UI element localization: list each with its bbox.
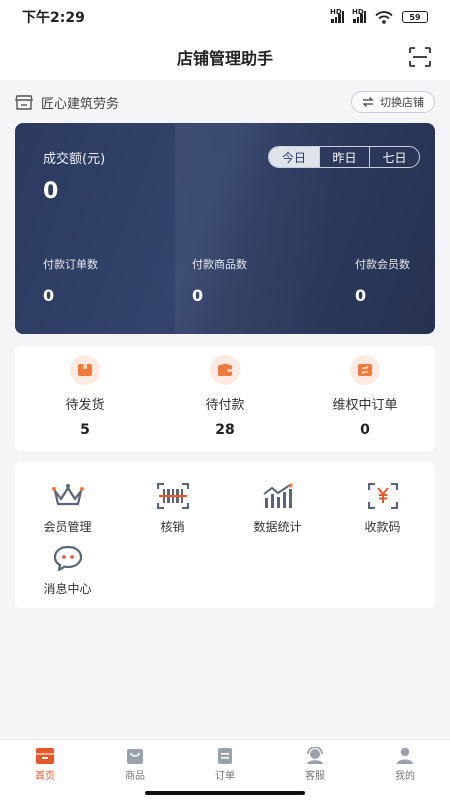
user-icon — [397, 747, 413, 764]
swap-icon — [362, 97, 374, 107]
switch-shop-label: 切换店铺 — [380, 96, 424, 109]
order-label: 待发货 — [65, 398, 105, 413]
order-pending-shipment[interactable]: 待发货 5 — [15, 346, 155, 451]
shop-name: 匠心建筑劳务 — [15, 93, 119, 112]
nav-bar: 店铺管理助手 — [0, 34, 450, 80]
status-time: 下午2:29 — [22, 10, 85, 26]
tab-label: 订单 — [215, 771, 235, 782]
metric-label: 付款商品数 — [192, 258, 247, 271]
tool-label: 会员管理 — [43, 520, 92, 534]
yuan-scan-icon — [366, 480, 400, 512]
tab-label: 首页 — [35, 771, 55, 782]
amount-value: 0 — [43, 179, 59, 204]
store-icon — [15, 94, 33, 110]
status-bar: 下午2:29 HD HD 59 — [0, 0, 450, 34]
metric-label: 付款会员数 — [355, 258, 410, 271]
wallet-icon — [210, 355, 240, 385]
battery-icon: 59 — [402, 11, 428, 23]
order-icon — [218, 748, 232, 764]
order-label: 维权中订单 — [332, 398, 398, 413]
refund-icon — [350, 355, 380, 385]
tab-label: 我的 — [395, 771, 415, 782]
tab-orders[interactable]: 订单 — [180, 740, 270, 789]
switch-shop-button[interactable]: 切换店铺 — [351, 91, 435, 113]
shop-name-label: 匠心建筑劳务 — [41, 96, 120, 112]
tab-today[interactable]: 今日 — [269, 147, 319, 167]
tool-payment-code[interactable]: 收款码 — [330, 480, 435, 535]
tab-label: 商品 — [125, 771, 145, 782]
tool-member-management[interactable]: 会员管理 — [15, 480, 120, 535]
metric-value: 0 — [355, 286, 367, 305]
order-count: 28 — [215, 422, 235, 438]
tab-mine[interactable]: 我的 — [360, 740, 450, 789]
shop-row: 匠心建筑劳务 切换店铺 — [15, 88, 435, 116]
crown-icon — [51, 480, 85, 512]
order-count: 0 — [360, 422, 370, 438]
signal-icon: HD — [330, 8, 344, 23]
home-icon — [36, 748, 54, 764]
metric-value: 0 — [192, 286, 204, 305]
wifi-icon — [375, 10, 393, 24]
order-count: 5 — [80, 422, 90, 438]
message-icon — [51, 542, 85, 574]
metric-label: 付款订单数 — [43, 258, 98, 271]
tab-yesterday[interactable]: 昨日 — [319, 147, 369, 167]
tool-message-center[interactable]: 消息中心 — [15, 542, 120, 597]
metric-paid-members: 付款会员数 0 — [355, 256, 410, 305]
tool-label: 核销 — [160, 520, 185, 534]
bottom-tab-bar: 首页 商品 订单 客服 我的 — [0, 739, 450, 789]
tool-label: 收款码 — [364, 520, 401, 534]
tab-service[interactable]: 客服 — [270, 740, 360, 789]
sales-stats-card: 成交额(元) 0 今日 昨日 七日 付款订单数 0 付款商品数 0 付款会员数 … — [15, 123, 435, 334]
page-title: 店铺管理助手 — [176, 49, 273, 68]
chart-icon — [261, 480, 295, 512]
metric-paid-orders: 付款订单数 0 — [43, 256, 98, 305]
date-range-tabs: 今日 昨日 七日 — [268, 146, 420, 168]
signal-icon-2: HD — [352, 8, 366, 23]
order-status-card: 待发货 5 待付款 28 维权中订单 0 — [15, 346, 435, 451]
tool-label: 数据统计 — [253, 520, 302, 534]
service-icon — [307, 747, 323, 764]
metric-paid-goods: 付款商品数 0 — [192, 256, 247, 305]
tools-card: 会员管理 核销 数据统计 收款码 消息中心 — [15, 462, 435, 608]
tab-label: 客服 — [305, 771, 325, 782]
tab-home[interactable]: 首页 — [0, 740, 90, 789]
order-refund[interactable]: 维权中订单 0 — [295, 346, 435, 451]
status-icons: HD HD 59 — [330, 8, 428, 24]
tool-label: 消息中心 — [43, 582, 92, 596]
box-icon — [70, 355, 100, 385]
tab-goods[interactable]: 商品 — [90, 740, 180, 789]
tool-verification[interactable]: 核销 — [120, 480, 225, 535]
order-pending-payment[interactable]: 待付款 28 — [155, 346, 295, 451]
order-label: 待付款 — [205, 398, 245, 413]
tool-statistics[interactable]: 数据统计 — [225, 480, 330, 535]
scan-icon[interactable] — [408, 46, 432, 68]
bag-icon — [127, 749, 143, 764]
amount-label: 成交额(元) — [43, 152, 106, 167]
metric-value: 0 — [43, 286, 55, 305]
barcode-icon — [156, 480, 190, 512]
home-indicator — [145, 791, 305, 795]
tab-seven-days[interactable]: 七日 — [369, 147, 419, 167]
